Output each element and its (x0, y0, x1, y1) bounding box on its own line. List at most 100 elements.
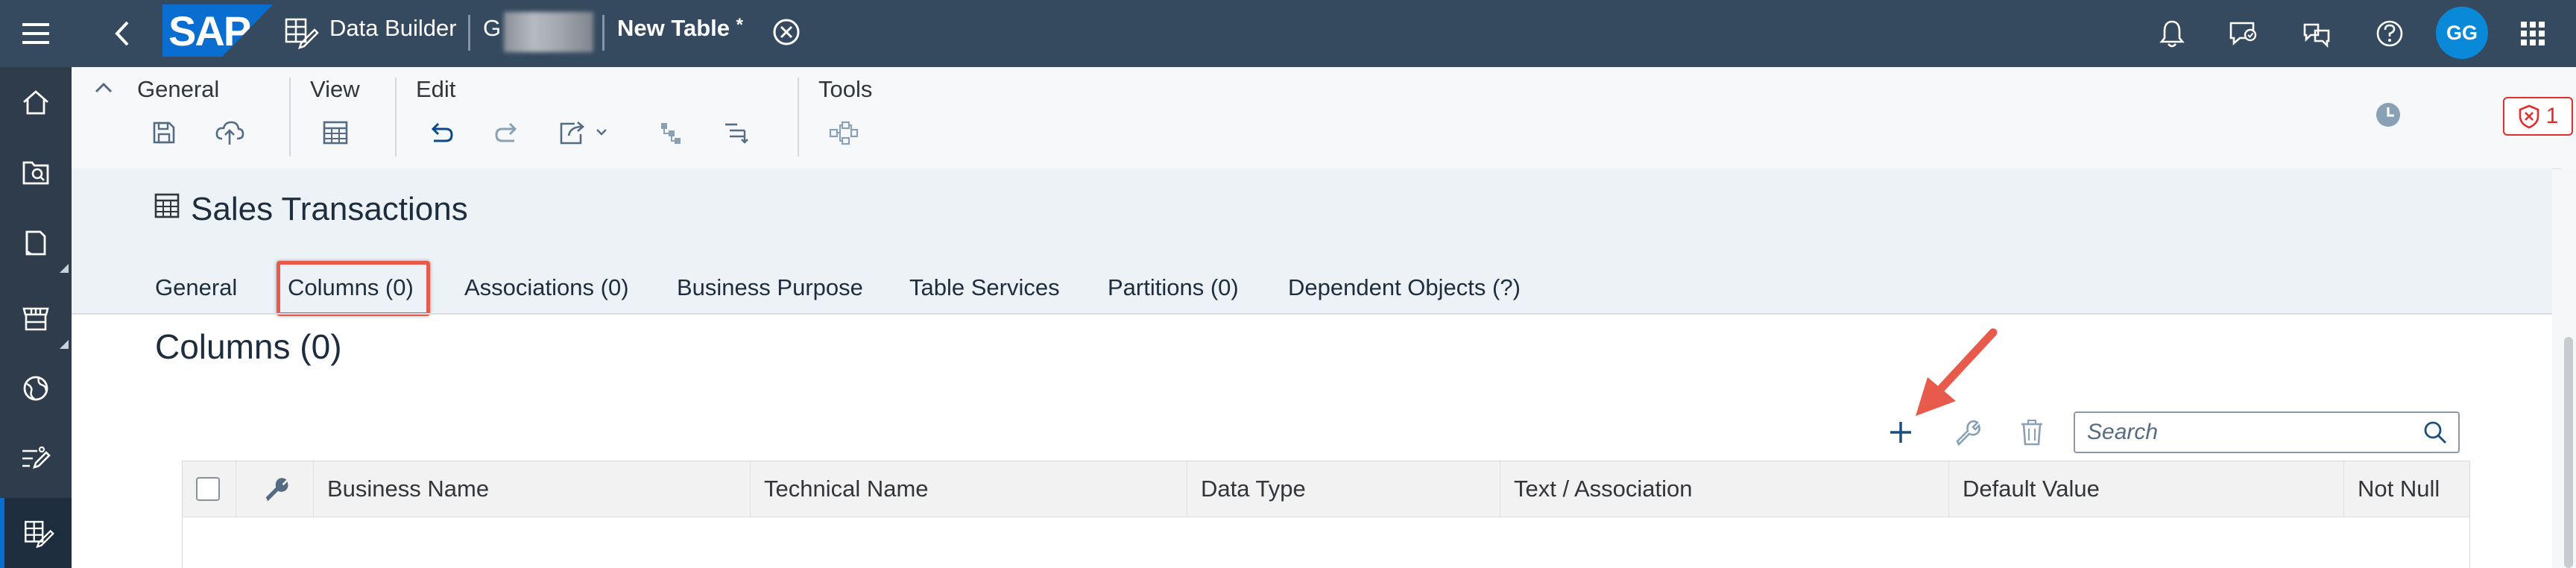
validation-count: 1 (2545, 104, 2559, 128)
shield-error-icon (2519, 104, 2539, 129)
redacted-space-name (504, 12, 593, 52)
object-title: Sales Transactions (191, 191, 468, 227)
feedback-icon[interactable] (2217, 0, 2270, 67)
side-navigation (0, 67, 72, 568)
save-button[interactable] (142, 110, 186, 155)
toolbar-separator (289, 78, 291, 157)
key-button[interactable] (1945, 411, 1987, 453)
arrow-annotation (1905, 324, 2010, 420)
user-avatar[interactable]: GG (2436, 7, 2488, 59)
nav-home[interactable] (0, 67, 72, 137)
expand-indicator (60, 264, 69, 273)
menu-icon[interactable] (0, 0, 72, 67)
data-builder-icon (25, 520, 54, 549)
column-search-field[interactable] (2074, 411, 2460, 453)
search-input[interactable] (2086, 419, 2422, 446)
section-title: Columns (0) (155, 327, 342, 366)
tab-bar-divider (72, 313, 2552, 315)
nav-marketplace[interactable] (0, 283, 72, 353)
toolbar-group-general: General (137, 76, 220, 102)
catalog-search-icon (22, 161, 49, 185)
breadcrumb-separator (468, 15, 470, 51)
collapse-toolbar-icon[interactable] (94, 81, 113, 94)
nav-catalog[interactable] (0, 137, 72, 207)
product-switch-icon[interactable] (2506, 0, 2560, 67)
table-editor: Sales Transactions General Columns (0) A… (72, 168, 2552, 568)
column-header-technical-name[interactable]: Technical Name (751, 461, 1187, 517)
history-icon[interactable] (2373, 100, 2403, 130)
column-header-default-value[interactable]: Default Value (1949, 461, 2344, 517)
nav-repository[interactable] (0, 207, 72, 277)
space-name[interactable]: G (483, 15, 501, 42)
help-icon[interactable] (2363, 0, 2416, 67)
home-icon (23, 90, 48, 115)
back-icon[interactable] (98, 0, 146, 67)
undo-icon (431, 122, 453, 142)
hierarchy-icon (661, 123, 681, 144)
nav-data-builder[interactable] (0, 498, 72, 568)
impact-lineage-button[interactable] (821, 110, 866, 155)
tab-dependent-objects[interactable]: Dependent Objects (?) (1288, 274, 1521, 301)
redo-icon (495, 122, 517, 142)
shell-bar: SAP Data Builder G New Table * GG (0, 0, 2576, 67)
share-menu-button[interactable] (553, 110, 620, 155)
key-column-header (236, 461, 314, 517)
view-table-button[interactable] (313, 110, 358, 155)
tab-business-purpose[interactable]: Business Purpose (677, 274, 863, 301)
sort-icon (725, 123, 748, 144)
add-icon (1890, 422, 1911, 443)
table-icon (154, 192, 180, 219)
hierarchy-button[interactable] (648, 110, 693, 155)
column-header-text-association[interactable]: Text / Association (1500, 461, 1949, 517)
tab-general[interactable]: General (155, 274, 237, 301)
breadcrumb-separator (602, 15, 604, 51)
sap-logo[interactable]: SAP (162, 4, 273, 57)
close-document-icon[interactable] (768, 13, 805, 51)
key-icon (265, 478, 288, 502)
tab-table-services[interactable]: Table Services (909, 274, 1060, 301)
search-icon[interactable] (2422, 420, 2448, 445)
tab-partitions[interactable]: Partitions (0) (1108, 274, 1239, 301)
sort-button[interactable] (714, 110, 759, 155)
table-view-icon (323, 121, 348, 145)
validation-messages-button[interactable]: 1 (2503, 97, 2573, 136)
nav-data-flows[interactable] (0, 423, 72, 493)
highlight-annotation (277, 261, 430, 316)
toolbar-separator (395, 78, 397, 157)
deploy-button[interactable] (207, 110, 252, 155)
cloud-upload-icon (215, 121, 244, 145)
editor-toolbar: General View Edit Tools 1 (72, 67, 2576, 169)
trash-icon (2021, 419, 2042, 446)
lineage-icon (829, 121, 859, 145)
undo-button[interactable] (419, 110, 464, 155)
toolbar-group-tools: Tools (818, 76, 873, 102)
document-title: New Table * (617, 15, 743, 41)
tab-associations[interactable]: Associations (0) (464, 274, 629, 301)
discussion-icon[interactable] (2290, 0, 2343, 67)
marketplace-icon (22, 307, 49, 331)
data-builder-icon (282, 13, 319, 51)
app-title[interactable]: Data Builder (329, 15, 457, 42)
transformation-icon (22, 446, 51, 470)
save-icon (153, 122, 175, 144)
redo-button[interactable] (484, 110, 529, 155)
scrollbar-thumb[interactable] (2564, 337, 2573, 568)
select-all-checkbox[interactable] (196, 477, 220, 501)
repository-icon (25, 230, 46, 256)
globe-icon (23, 376, 48, 401)
notifications-icon[interactable] (2145, 0, 2199, 67)
expand-indicator (60, 340, 69, 349)
share-icon (560, 122, 607, 145)
nav-business-catalog[interactable] (0, 353, 72, 423)
column-header-data-type[interactable]: Data Type (1187, 461, 1500, 517)
column-header-not-null[interactable]: Not Null (2344, 461, 2469, 517)
wrench-icon (1956, 420, 1980, 446)
delete-column-button[interactable] (2011, 411, 2053, 453)
column-header-business-name[interactable]: Business Name (314, 461, 751, 517)
toolbar-group-view: View (310, 76, 360, 102)
columns-table: Business Name Technical Name Data Type T… (182, 461, 2470, 568)
toolbar-separator (798, 78, 799, 157)
select-all-cell (183, 461, 236, 517)
add-column-button[interactable] (1880, 411, 1922, 453)
toolbar-group-edit: Edit (416, 76, 456, 102)
